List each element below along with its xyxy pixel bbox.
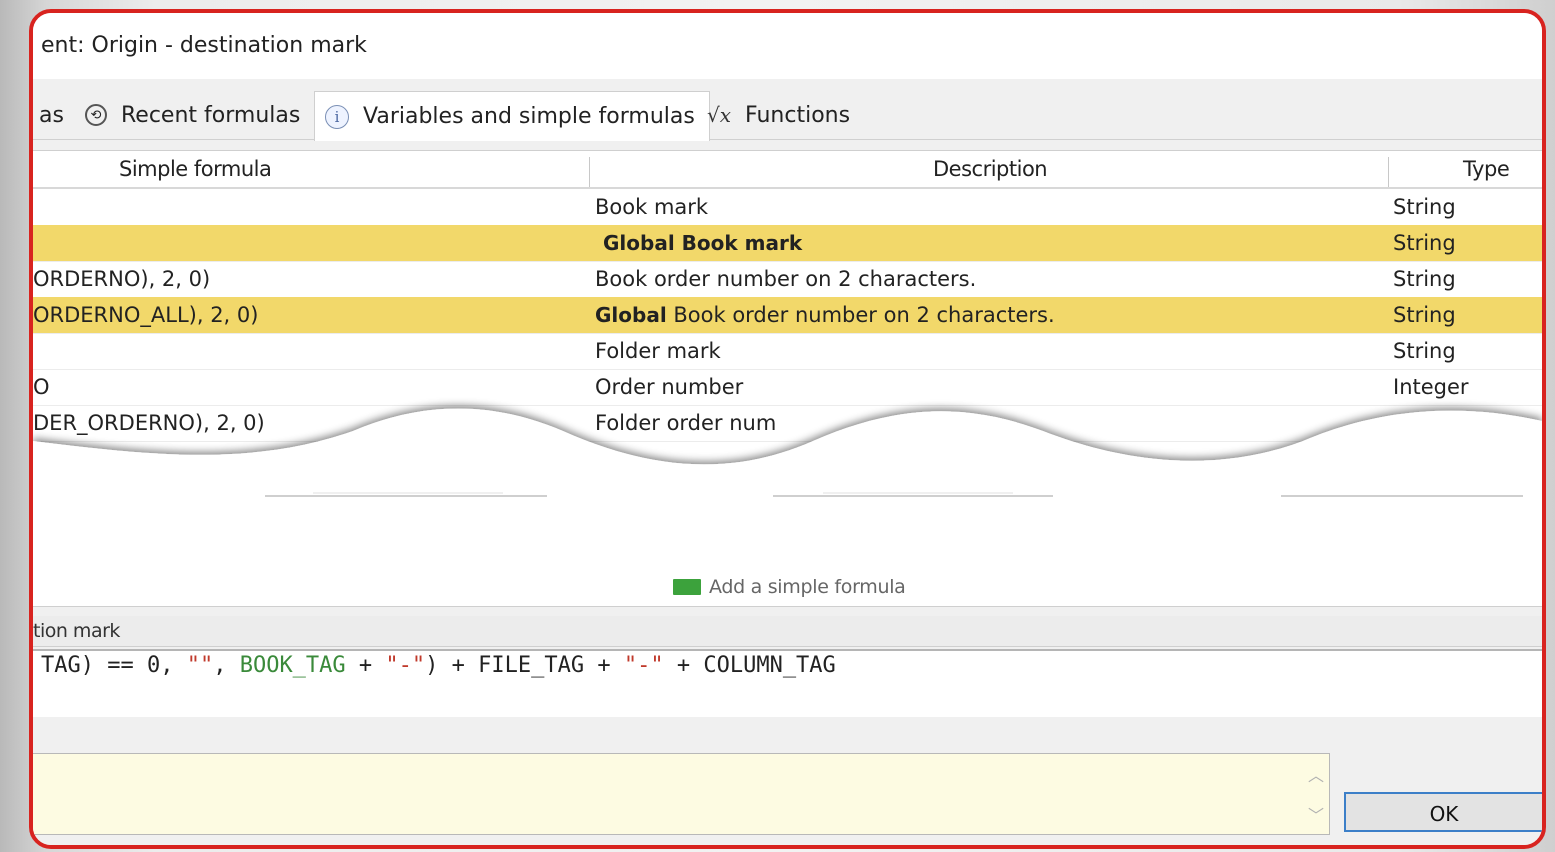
description-cell: Book mark bbox=[595, 195, 709, 219]
ok-button[interactable]: OK bbox=[1344, 792, 1542, 832]
formula-cell: ORDERNO_ALL), 2, 0) bbox=[33, 303, 259, 327]
code-text: + bbox=[345, 653, 386, 678]
column-header-type[interactable]: Type bbox=[1463, 151, 1510, 187]
tab-functions[interactable]: √x Functions bbox=[707, 91, 850, 139]
tab-recent-formulas-label: Recent formulas bbox=[121, 102, 301, 128]
code-text: + COLUMN_TAG bbox=[663, 653, 836, 678]
scroll-down-icon[interactable]: ﹀ bbox=[1303, 802, 1329, 826]
message-area[interactable]: ︿ ﹀ bbox=[33, 753, 1330, 835]
tab-variables-and-simple-formulas[interactable]: i Variables and simple formulas bbox=[314, 91, 710, 141]
window-title: ent: Origin - destination mark bbox=[33, 13, 1542, 79]
tab-variables-label: Variables and simple formulas bbox=[363, 104, 695, 129]
formula-cell: ORDERNO), 2, 0) bbox=[33, 267, 211, 291]
table-row[interactable]: Book mark String bbox=[33, 189, 1542, 226]
code-string: "-" bbox=[623, 653, 664, 678]
add-simple-formula-button[interactable]: Add a simple formula bbox=[673, 576, 906, 598]
section-header: tion mark bbox=[33, 616, 1542, 647]
function-icon: √x bbox=[707, 103, 732, 127]
description-cell: Global Book order number on 2 characters… bbox=[595, 303, 1055, 327]
clock-icon: ⟲ bbox=[85, 104, 107, 126]
formula-cell bbox=[33, 225, 581, 261]
section-label: tion mark bbox=[33, 620, 120, 642]
code-variable: BOOK_TAG bbox=[239, 653, 346, 678]
type-cell: String bbox=[1393, 267, 1456, 291]
lower-panel: ︿ ﹀ OK bbox=[33, 718, 1542, 845]
type-cell: String bbox=[1393, 303, 1456, 327]
code-string: "" bbox=[186, 653, 214, 678]
add-simple-formula-label: Add a simple formula bbox=[709, 576, 906, 598]
code-text: , bbox=[213, 653, 240, 678]
tab-recent-formulas[interactable]: ⟲ Recent formulas bbox=[85, 91, 300, 139]
tab-formulas[interactable]: as bbox=[39, 91, 64, 139]
type-cell: String bbox=[1393, 195, 1456, 219]
tab-bar: as ⟲ Recent formulas i Variables and sim… bbox=[33, 85, 1542, 141]
code-text: TAG) == 0, bbox=[41, 653, 187, 678]
dialog-window: ent: Origin - destination mark as ⟲ Rece… bbox=[29, 9, 1546, 849]
formula-table: Simple formula Description Type Book mar… bbox=[33, 150, 1542, 607]
column-header-simple-formula[interactable]: Simple formula bbox=[119, 151, 272, 187]
torn-edge-effect bbox=[33, 408, 1542, 511]
code-string: "-" bbox=[385, 653, 426, 678]
code-text: ) + FILE_TAG + bbox=[425, 653, 624, 678]
table-row-highlighted[interactable]: ORDERNO_ALL), 2, 0) Global Book order nu… bbox=[33, 297, 1542, 334]
type-cell: String bbox=[1393, 231, 1456, 255]
table-row-highlighted[interactable]: Global Book mark String bbox=[33, 225, 1542, 262]
tab-formulas-label: as bbox=[39, 102, 64, 128]
description-cell: Book order number on 2 characters. bbox=[595, 267, 977, 291]
info-icon: i bbox=[325, 104, 349, 129]
scroll-up-icon[interactable]: ︿ bbox=[1303, 762, 1329, 786]
formula-editor[interactable]: TAG) == 0, "", BOOK_TAG + "-") + FILE_TA… bbox=[33, 649, 1542, 717]
column-header-description[interactable]: Description bbox=[933, 151, 1048, 187]
tab-functions-label: Functions bbox=[745, 102, 851, 128]
table-header: Simple formula Description Type bbox=[33, 151, 1542, 189]
message-scrollbar[interactable]: ︿ ﹀ bbox=[1303, 754, 1329, 834]
formula-cell bbox=[33, 189, 581, 225]
add-icon bbox=[673, 579, 701, 595]
description-cell: Global Book mark bbox=[603, 231, 803, 255]
table-row[interactable]: ORDERNO), 2, 0) Book order number on 2 c… bbox=[33, 261, 1542, 298]
